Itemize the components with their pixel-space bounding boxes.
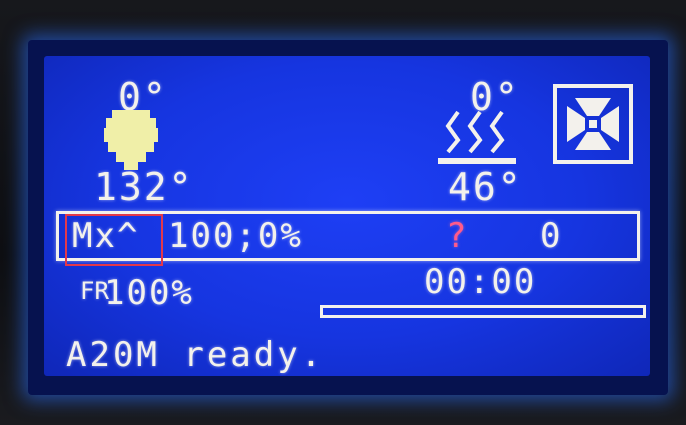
sd-count: 0 (540, 216, 563, 256)
print-progress-bar (320, 305, 646, 318)
feedrate-value: 100% (104, 273, 194, 313)
hotend-current-temp: 132° (94, 165, 194, 209)
status-message: A20M ready. (66, 335, 325, 375)
fan-icon (553, 84, 633, 164)
sd-card-icon: ? (446, 216, 469, 256)
heated-bed-icon (438, 110, 516, 164)
axis-value: 100;0% (168, 216, 303, 256)
bed-current-temp: 46° (448, 165, 523, 209)
axis-label: Mx^ (72, 216, 140, 256)
print-time: 00:00 (424, 262, 537, 302)
